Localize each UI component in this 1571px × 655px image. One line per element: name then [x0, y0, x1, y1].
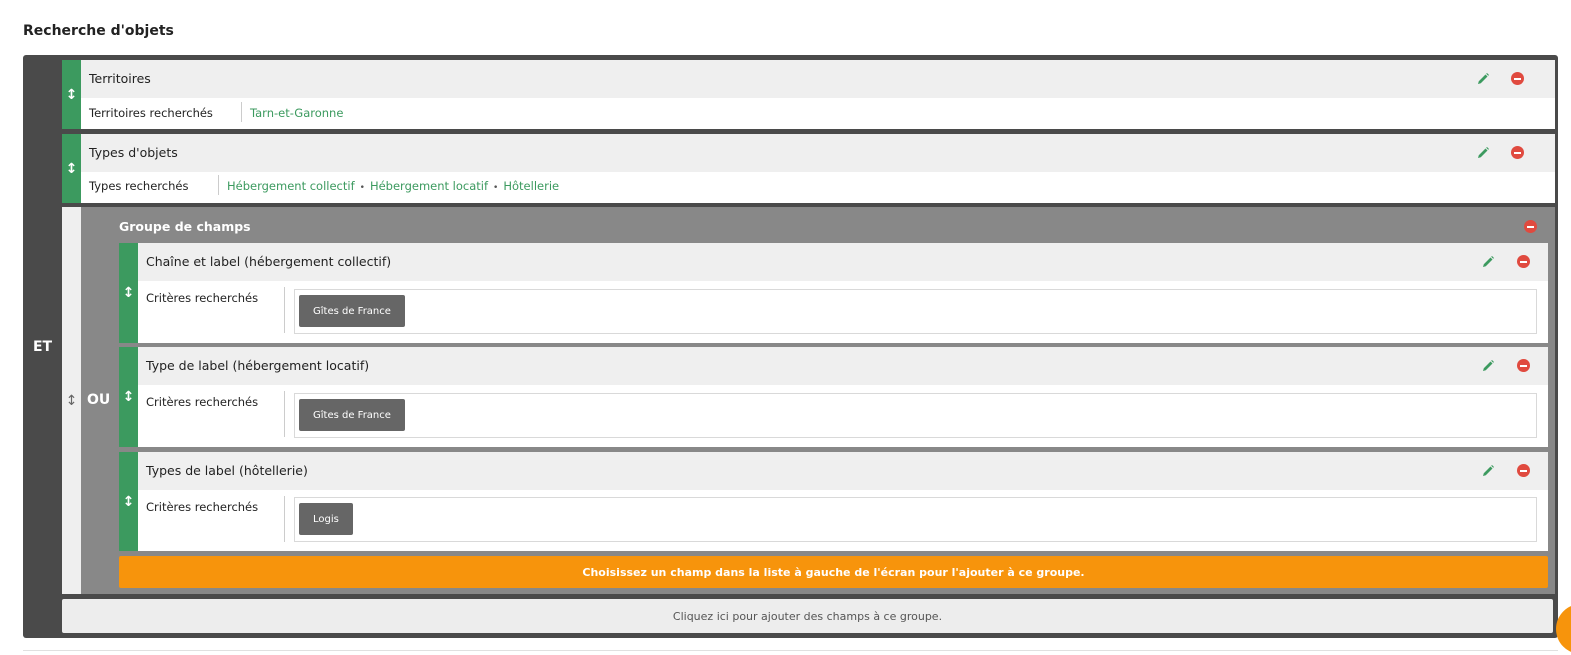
- drag-handle-icon[interactable]: ↕: [119, 452, 138, 551]
- group-hint-banner: Choisissez un champ dans la liste à gauc…: [119, 556, 1548, 588]
- values-list: Hébergement collectif • Hébergement locati…: [227, 179, 559, 193]
- pencil-icon[interactable]: [1480, 358, 1496, 374]
- field-label: Critères recherchés: [146, 395, 259, 409]
- chip-logis[interactable]: Logis: [299, 503, 353, 535]
- bullet-separator: •: [493, 183, 499, 193]
- field-label: Types recherchés: [89, 179, 189, 193]
- block-body: Types recherchés Hébergement collectif • H…: [81, 172, 1555, 203]
- value-hotellerie: Hôtellerie: [503, 179, 560, 193]
- minus-circle-icon[interactable]: [1517, 359, 1530, 372]
- criteria-box[interactable]: Logis: [294, 497, 1537, 542]
- floating-action-button[interactable]: [1556, 604, 1571, 654]
- block-title: Chaîne et label (hébergement collectif): [146, 254, 392, 269]
- et-operator-label: ET: [32, 339, 53, 355]
- block-header: Types d'objets: [81, 134, 1555, 172]
- block-body: Critères recherchés Logis: [138, 490, 1548, 551]
- drag-handle-icon[interactable]: ↕: [62, 207, 81, 594]
- page-title: Recherche d'objets: [23, 23, 174, 39]
- pencil-icon[interactable]: [1480, 463, 1496, 479]
- divider: [23, 650, 1558, 651]
- separator: [284, 391, 285, 437]
- separator: [218, 175, 219, 195]
- group-item-chaine-label: ↕ Chaîne et label (hébergement collectif…: [119, 243, 1548, 343]
- field-group: ↕ OU Groupe de champs ↕ Chaîne et label …: [62, 207, 1555, 594]
- add-fields-button[interactable]: Cliquez ici pour ajouter des champs à ce…: [62, 599, 1553, 633]
- block-header: Territoires: [81, 60, 1555, 98]
- value-hebergement-collectif: Hébergement collectif: [227, 179, 355, 193]
- chip-gites-de-france[interactable]: Gîtes de France: [299, 399, 405, 431]
- et-group-container: ET ↕ Territoires Territoires recherchés …: [23, 55, 1558, 638]
- block-header: Chaîne et label (hébergement collectif): [138, 243, 1548, 281]
- separator: [284, 496, 285, 542]
- separator: [241, 102, 242, 122]
- chip-gites-de-france[interactable]: Gîtes de France: [299, 295, 405, 327]
- block-body: Territoires recherchés Tarn-et-Garonne: [81, 98, 1555, 129]
- minus-circle-icon[interactable]: [1517, 255, 1530, 268]
- pencil-icon[interactable]: [1480, 254, 1496, 270]
- group-item-types-label-hotellerie: ↕ Types de label (hôtellerie) Critères r…: [119, 452, 1548, 551]
- block-header: Type de label (hébergement locatif): [138, 347, 1548, 385]
- minus-circle-icon[interactable]: [1524, 220, 1537, 233]
- value-hebergement-locatif: Hébergement locatif: [369, 179, 489, 193]
- block-body: Critères recherchés Gîtes de France: [138, 385, 1548, 447]
- drag-handle-icon[interactable]: ↕: [62, 60, 81, 129]
- criteria-block-territoires: ↕ Territoires Territoires recherchés Tar…: [62, 60, 1555, 129]
- criteria-box[interactable]: Gîtes de France: [294, 289, 1537, 334]
- minus-circle-icon[interactable]: [1511, 72, 1524, 85]
- drag-handle-icon[interactable]: ↕: [62, 134, 81, 203]
- pencil-icon[interactable]: [1475, 145, 1491, 161]
- drag-handle-icon[interactable]: ↕: [119, 243, 138, 343]
- ou-operator-label: OU: [87, 392, 111, 408]
- bullet-separator: •: [359, 183, 365, 193]
- minus-circle-icon[interactable]: [1517, 464, 1530, 477]
- field-label: Critères recherchés: [146, 291, 259, 305]
- group-title: Groupe de champs: [119, 219, 251, 234]
- block-title: Types d'objets: [89, 145, 178, 160]
- block-title: Type de label (hébergement locatif): [146, 358, 370, 373]
- pencil-icon[interactable]: [1475, 71, 1491, 87]
- criteria-block-types-objets: ↕ Types d'objets Types recherchés Héberg…: [62, 134, 1555, 203]
- block-title: Types de label (hôtellerie): [146, 463, 308, 478]
- group-item-type-label-locatif: ↕ Type de label (hébergement locatif) Cr…: [119, 347, 1548, 447]
- block-body: Critères recherchés Gîtes de France: [138, 281, 1548, 343]
- separator: [284, 287, 285, 333]
- block-title: Territoires: [89, 71, 151, 86]
- block-header: Types de label (hôtellerie): [138, 452, 1548, 490]
- field-label: Critères recherchés: [146, 500, 259, 514]
- field-label: Territoires recherchés: [89, 106, 213, 120]
- drag-handle-icon[interactable]: ↕: [119, 347, 138, 447]
- minus-circle-icon[interactable]: [1511, 146, 1524, 159]
- value-tarn-et-garonne: Tarn-et-Garonne: [250, 106, 344, 120]
- criteria-box[interactable]: Gîtes de France: [294, 393, 1537, 438]
